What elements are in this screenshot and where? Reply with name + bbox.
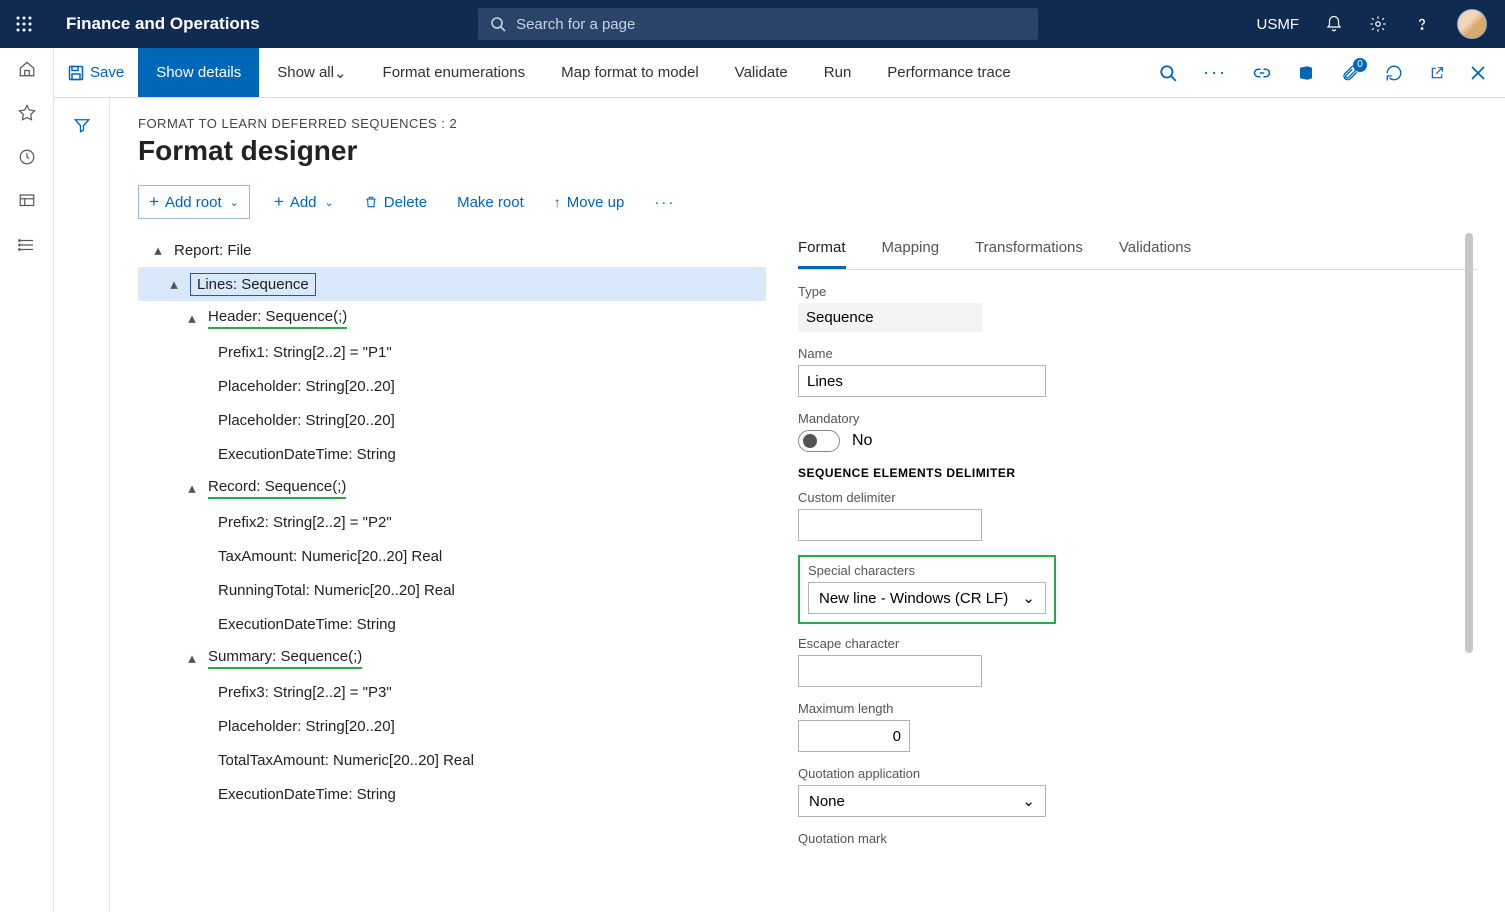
top-header: Finance and Operations Search for a page… [0,0,1505,48]
tab-transformations[interactable]: Transformations [975,233,1083,269]
quotation-application-label: Quotation application [798,766,1477,781]
tab-format[interactable]: Format [798,233,846,269]
gear-icon[interactable] [1369,15,1387,33]
maximum-length-label: Maximum length [798,701,1477,716]
save-button[interactable]: Save [54,48,138,97]
star-icon[interactable] [18,104,36,122]
waffle-icon[interactable] [0,16,48,32]
filter-icon[interactable] [73,116,91,912]
performance-trace-button[interactable]: Performance trace [869,48,1028,97]
properties-tabs: Format Mapping Transformations Validatio… [798,233,1477,270]
content: FORMAT TO LEARN DEFERRED SEQUENCES : 2 F… [110,98,1505,912]
special-characters-highlight: Special characters New line - Windows (C… [798,555,1056,624]
home-icon[interactable] [18,60,36,78]
legal-entity[interactable]: USMF [1257,16,1300,33]
page-title: Format designer [138,135,1477,167]
chevron-down-icon[interactable]: ▴ [184,310,200,326]
run-button[interactable]: Run [806,48,870,97]
tree-row[interactable]: RunningTotal: Numeric[20..20] Real [138,573,766,607]
tree-row[interactable]: Placeholder: String[20..20] [138,369,766,403]
quotation-mark-label: Quotation mark [798,831,1477,846]
list-icon[interactable] [18,236,36,254]
special-characters-select[interactable]: New line - Windows (CR LF) ⌄ [808,582,1046,614]
tree-row[interactable]: Prefix3: String[2..2] = "P3" [138,675,766,709]
tree-row[interactable]: ▴Header: Sequence(;) [138,301,766,335]
chevron-down-icon[interactable]: ▴ [184,650,200,666]
tree-row[interactable]: Placeholder: String[20..20] [138,403,766,437]
name-label: Name [798,346,1477,361]
custom-delimiter-input[interactable] [798,509,982,541]
close-icon[interactable] [1471,66,1485,80]
popout-icon[interactable] [1429,65,1445,81]
page: FORMAT TO LEARN DEFERRED SEQUENCES : 2 F… [54,98,1505,912]
map-format-to-model-button[interactable]: Map format to model [543,48,717,97]
tree-row[interactable]: ExecutionDateTime: String [138,777,766,811]
tab-validations[interactable]: Validations [1119,233,1191,269]
name-input[interactable] [798,365,1046,397]
chevron-down-icon[interactable]: ▴ [150,242,166,258]
add-root-button[interactable]: +Add root⌄ [138,185,250,219]
tree-row[interactable]: ExecutionDateTime: String [138,607,766,641]
mandatory-value: No [852,432,872,450]
quotation-application-select[interactable]: None ⌄ [798,785,1046,817]
tree-panel: ▴Report: File ▴Lines: Sequence ▴Header: … [138,233,778,912]
tree-row[interactable]: ExecutionDateTime: String [138,437,766,471]
link-icon[interactable] [1253,64,1271,82]
clock-icon[interactable] [18,148,36,166]
refresh-icon[interactable] [1385,64,1403,82]
tree-row[interactable]: ▴Record: Sequence(;) [138,471,766,505]
add-button[interactable]: +Add⌄ [268,188,340,216]
properties-panel: Format Mapping Transformations Validatio… [778,233,1477,912]
validate-button[interactable]: Validate [717,48,806,97]
delete-button[interactable]: Delete [358,190,433,215]
attachment-icon[interactable]: 0 [1341,64,1359,82]
type-value: Sequence [798,303,982,332]
tree-toolbar: +Add root⌄ +Add⌄ Delete Make root ↑Move … [138,185,1477,219]
custom-delimiter-label: Custom delimiter [798,490,1477,505]
move-up-button[interactable]: ↑Move up [548,190,631,215]
search-icon[interactable] [1159,64,1177,82]
tree-row[interactable]: Prefix1: String[2..2] = "P1" [138,335,766,369]
tree-more-icon[interactable]: ··· [648,190,681,215]
header-right: USMF [1257,9,1505,39]
avatar[interactable] [1457,9,1487,39]
filter-column [54,98,110,912]
breadcrumb: FORMAT TO LEARN DEFERRED SEQUENCES : 2 [138,116,1477,131]
tree-row[interactable]: ▴Summary: Sequence(;) [138,641,766,675]
app-title: Finance and Operations [66,14,260,34]
workspace-icon[interactable] [18,192,36,210]
command-bar: Save Show details Show all ⌄ Format enum… [0,48,1505,98]
tree-row[interactable]: Placeholder: String[20..20] [138,709,766,743]
show-all-button[interactable]: Show all ⌄ [259,48,364,97]
tree-row[interactable]: TaxAmount: Numeric[20..20] Real [138,539,766,573]
mandatory-label: Mandatory [798,411,1477,426]
make-root-button[interactable]: Make root [451,190,530,215]
chevron-down-icon: ⌄ [1022,589,1035,607]
search-placeholder: Search for a page [516,16,635,33]
tree-row[interactable]: Prefix2: String[2..2] = "P2" [138,505,766,539]
office-icon[interactable] [1297,64,1315,82]
chevron-down-icon[interactable]: ▴ [184,480,200,496]
chevron-down-icon: ⌄ [1022,792,1035,810]
format-enumerations-button[interactable]: Format enumerations [365,48,544,97]
type-label: Type [798,284,1477,299]
show-details-button[interactable]: Show details [138,48,259,97]
left-rail [0,48,54,912]
maximum-length-input[interactable] [798,720,910,752]
section-delimiter-header: SEQUENCE ELEMENTS DELIMITER [798,466,1477,480]
more-icon[interactable]: ··· [1203,62,1227,83]
escape-character-label: Escape character [798,636,1477,651]
mandatory-toggle[interactable] [798,430,840,452]
escape-character-input[interactable] [798,655,982,687]
tree-row[interactable]: TotalTaxAmount: Numeric[20..20] Real [138,743,766,777]
bell-icon[interactable] [1325,15,1343,33]
special-characters-label: Special characters [808,563,1046,578]
tree-row-selected[interactable]: ▴Lines: Sequence [138,267,766,301]
help-icon[interactable] [1413,15,1431,33]
scrollbar[interactable] [1465,233,1473,653]
tab-mapping[interactable]: Mapping [882,233,940,269]
tree-row[interactable]: ▴Report: File [138,233,766,267]
search-input[interactable]: Search for a page [478,8,1038,40]
chevron-down-icon[interactable]: ▴ [166,276,182,292]
